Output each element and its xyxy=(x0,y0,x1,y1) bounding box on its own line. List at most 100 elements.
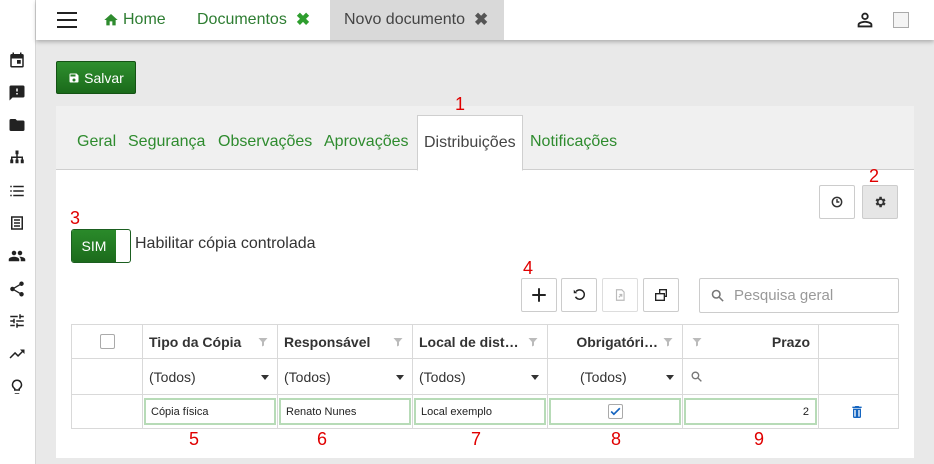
filter-row-empty xyxy=(72,359,143,395)
filter-icon[interactable] xyxy=(691,336,703,348)
gear-icon xyxy=(875,196,886,208)
filter-responsavel[interactable]: (Todos) xyxy=(278,359,413,395)
save-button-label: Salvar xyxy=(84,69,124,86)
cell-tipo-copia[interactable]: Cópia física xyxy=(143,395,278,429)
tab-observacoes[interactable]: Observações xyxy=(218,133,312,151)
tab-documentos[interactable]: Documentos ✖ xyxy=(197,0,310,40)
history-button[interactable] xyxy=(819,185,855,219)
close-tab-documentos-icon[interactable]: ✖ xyxy=(296,10,310,30)
header-local[interactable]: Local de dist… xyxy=(413,325,548,359)
cell-prazo[interactable]: 2 xyxy=(683,395,819,429)
left-icon-rail xyxy=(0,0,36,464)
tab-home[interactable]: Home xyxy=(102,0,166,40)
lightbulb-icon[interactable] xyxy=(7,377,27,397)
tab-distribuicoes[interactable]: Distribuições xyxy=(417,115,523,171)
header-responsavel[interactable]: Responsável xyxy=(278,325,413,359)
marker-1: 1 xyxy=(455,94,466,114)
subtab-strip: Geral Segurança Observações Aprovações D… xyxy=(56,106,914,171)
marker-9: 9 xyxy=(754,429,765,449)
tab-home-label: Home xyxy=(123,11,166,28)
home-icon xyxy=(104,14,118,26)
export-icon xyxy=(615,289,625,301)
marker-3: 3 xyxy=(70,208,81,228)
column-chooser-icon xyxy=(655,289,667,301)
select-all-cell xyxy=(72,325,143,359)
filter-local[interactable]: (Todos) xyxy=(413,359,548,395)
controlled-copy-toggle[interactable]: SIM xyxy=(71,229,131,263)
search-icon xyxy=(691,371,702,382)
header-prazo-label: Prazo xyxy=(771,333,810,350)
close-tab-novo-documento-icon[interactable]: ✖ xyxy=(474,10,488,30)
share-icon[interactable] xyxy=(7,279,27,299)
tab-notificacoes[interactable]: Notificações xyxy=(530,133,617,151)
cell-responsavel[interactable]: Renato Nunes xyxy=(278,395,413,429)
select-all-checkbox[interactable] xyxy=(99,334,115,349)
chevron-down-icon xyxy=(261,374,269,380)
sliders-icon[interactable] xyxy=(7,311,27,331)
tab-documentos-label: Documentos xyxy=(197,11,287,28)
header-prazo[interactable]: Prazo xyxy=(683,325,819,359)
filter-icon[interactable] xyxy=(392,336,404,348)
org-chart-icon[interactable] xyxy=(7,148,27,168)
responsavel-field[interactable]: Renato Nunes xyxy=(279,398,411,425)
calendar-icon[interactable] xyxy=(7,50,27,70)
column-chooser-button[interactable] xyxy=(643,278,679,312)
add-button[interactable] xyxy=(521,278,557,312)
save-button[interactable]: Salvar xyxy=(56,61,136,94)
cell-local[interactable]: Local exemplo xyxy=(413,395,548,429)
people-icon[interactable] xyxy=(7,246,27,266)
settings-button[interactable] xyxy=(862,185,898,219)
list-icon[interactable] xyxy=(7,181,27,201)
local-field[interactable]: Local exemplo xyxy=(414,398,546,425)
menu-icon[interactable] xyxy=(57,12,77,28)
feedback-icon[interactable] xyxy=(7,83,27,103)
tab-novo-documento[interactable]: Novo documento ✖ xyxy=(330,0,504,40)
chevron-down-icon xyxy=(396,374,404,380)
tab-geral[interactable]: Geral xyxy=(77,133,116,151)
prazo-field[interactable]: 2 xyxy=(684,398,817,425)
cell-actions xyxy=(819,395,899,429)
trash-icon[interactable] xyxy=(849,404,865,420)
filter-prazo[interactable] xyxy=(683,359,819,395)
distribution-grid: Tipo da Cópia Responsável Local de dist…… xyxy=(71,324,899,429)
document-form-card: Geral Segurança Observações Aprovações D… xyxy=(56,94,914,458)
header-responsavel-label: Responsável xyxy=(284,333,371,350)
folder-icon[interactable] xyxy=(7,115,27,135)
obrigatorio-checkbox[interactable] xyxy=(607,404,623,419)
filter-icon[interactable] xyxy=(257,336,269,348)
header-tipo-copia[interactable]: Tipo da Cópia xyxy=(143,325,278,359)
chevron-down-icon xyxy=(666,374,674,380)
marker-7: 7 xyxy=(471,429,482,449)
tipo-copia-field[interactable]: Cópia física xyxy=(144,398,276,425)
marker-5: 5 xyxy=(189,429,200,449)
header-tipo-copia-label: Tipo da Cópia xyxy=(149,333,242,350)
marker-8: 8 xyxy=(611,429,622,449)
tab-seguranca[interactable]: Segurança xyxy=(128,133,205,151)
search-icon xyxy=(711,289,724,302)
undo-button[interactable] xyxy=(561,278,597,312)
plus-icon xyxy=(532,288,546,302)
row-select-cell xyxy=(72,395,143,429)
header-obrigatorio[interactable]: Obrigatóri… xyxy=(548,325,683,359)
marker-6: 6 xyxy=(317,429,328,449)
avatar[interactable] xyxy=(893,12,909,28)
filter-tipo-copia[interactable]: (Todos) xyxy=(143,359,278,395)
search-input[interactable]: Pesquisa geral xyxy=(699,278,899,313)
user-icon[interactable] xyxy=(854,9,876,31)
filter-obrigatorio[interactable]: (Todos) xyxy=(548,359,683,395)
trending-up-icon[interactable] xyxy=(7,344,27,364)
cell-obrigatorio[interactable] xyxy=(548,395,683,429)
filter-responsavel-value: (Todos) xyxy=(284,369,331,385)
obrigatorio-field[interactable] xyxy=(549,398,681,425)
tab-aprovacoes[interactable]: Aprovações xyxy=(324,133,409,151)
filter-tipo-copia-value: (Todos) xyxy=(149,369,196,385)
marker-4: 4 xyxy=(523,258,534,278)
marker-2: 2 xyxy=(869,166,880,186)
filter-icon[interactable] xyxy=(527,336,539,348)
search-placeholder: Pesquisa geral xyxy=(734,287,834,304)
filter-actions-empty xyxy=(819,359,899,395)
export-button[interactable] xyxy=(602,278,638,312)
filter-local-value: (Todos) xyxy=(419,369,466,385)
filter-icon[interactable] xyxy=(662,336,674,348)
report-icon[interactable] xyxy=(7,213,27,233)
